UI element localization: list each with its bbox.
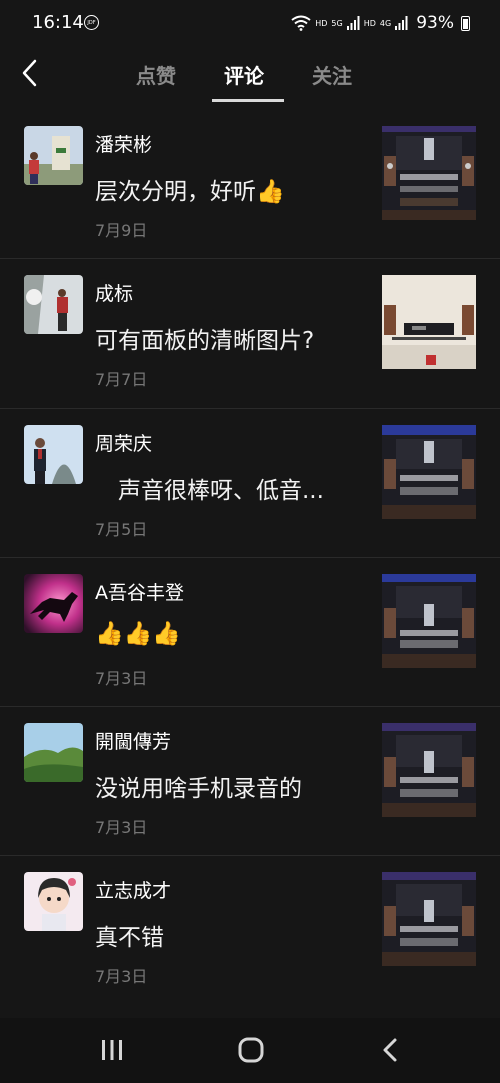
video-thumbnail[interactable] [382, 424, 476, 519]
comment-date: 7月3日 [95, 668, 148, 688]
avatar[interactable] [24, 275, 83, 335]
signal-label-1: 5G [331, 18, 343, 28]
signal-icon-2 [395, 16, 408, 30]
list-item[interactable]: 潘荣彬 层次分明，好听👍 7月9日 [0, 110, 500, 260]
list-item[interactable]: 立志成才 真不错 7月3日 [0, 856, 500, 1005]
avatar[interactable] [24, 126, 83, 185]
username[interactable]: 潘荣彬 [95, 130, 152, 157]
comment-text: 真不错 [95, 925, 164, 952]
comment-text: 层次分明，好听👍 [95, 179, 285, 205]
battery-percent: 93% [416, 13, 454, 33]
comment-date: 7月3日 [95, 967, 148, 987]
signal-label-2: 4G [379, 18, 392, 28]
status-time: 16:14 [32, 12, 84, 33]
comment-date: 7月9日 [95, 221, 148, 240]
status-right: HD 5G HD 4G 93% [291, 12, 470, 34]
comment-date: 7月5日 [95, 519, 148, 539]
username[interactable]: 周荣庆 [95, 429, 152, 456]
header: 点赞 评论 关注 [0, 46, 500, 104]
list-item[interactable]: 周荣庆 声音很棒呀、低音... 7月5日 [0, 409, 500, 558]
time-badge: JDF [84, 15, 99, 30]
comment-list: 潘荣彬 层次分明，好听👍 7月9日 成标 可有面板的清晰图片? 7月7日 周荣庆… [0, 110, 500, 1006]
back-arrow-icon[interactable] [18, 56, 42, 90]
comment-text: 没说用啥手机录音的 [95, 776, 302, 803]
tab-likes[interactable]: 点赞 [136, 60, 176, 89]
username[interactable]: A吾谷丰登 [95, 578, 184, 605]
comment-text: 可有面板的清晰图片? [95, 328, 315, 355]
active-tab-indicator [212, 99, 284, 102]
avatar[interactable] [24, 723, 83, 783]
comment-text: 👍👍👍 [95, 620, 181, 647]
list-item[interactable]: 成标 可有面板的清晰图片? 7月7日 [0, 259, 500, 409]
video-thumbnail[interactable] [382, 723, 476, 818]
hd-label-2: HD [363, 18, 376, 28]
status-bar: 16:14 JDF HD 5G HD 4G 93% [0, 0, 500, 46]
signal-icon-1 [346, 16, 360, 30]
video-thumbnail[interactable] [382, 126, 476, 220]
hd-label-1: HD [315, 18, 328, 28]
video-thumbnail[interactable] [382, 573, 476, 668]
avatar[interactable] [24, 424, 83, 484]
list-item[interactable]: 開閫傳芳 没说用啥手机录音的 7月3日 [0, 707, 500, 857]
username[interactable]: 開閫傳芳 [95, 727, 171, 754]
comment-date: 7月3日 [95, 818, 148, 838]
avatar[interactable] [24, 872, 83, 932]
wifi-icon [291, 15, 311, 31]
battery-icon [461, 15, 470, 31]
recent-apps-icon[interactable] [94, 1032, 130, 1068]
comment-text: 声音很棒呀、低音... [95, 477, 324, 504]
avatar[interactable] [24, 573, 83, 633]
comment-date: 7月7日 [95, 370, 148, 390]
video-thumbnail[interactable] [382, 872, 476, 967]
home-icon[interactable] [233, 1032, 269, 1068]
video-thumbnail[interactable] [382, 275, 476, 370]
list-item[interactable]: A吾谷丰登 👍👍👍 7月3日 [0, 558, 500, 708]
tab-follows[interactable]: 关注 [312, 60, 352, 89]
system-nav-bar [0, 1018, 500, 1083]
nav-back-icon[interactable] [373, 1032, 409, 1068]
username[interactable]: 立志成才 [95, 876, 171, 903]
tab-comments[interactable]: 评论 [224, 60, 264, 89]
username[interactable]: 成标 [95, 279, 133, 306]
